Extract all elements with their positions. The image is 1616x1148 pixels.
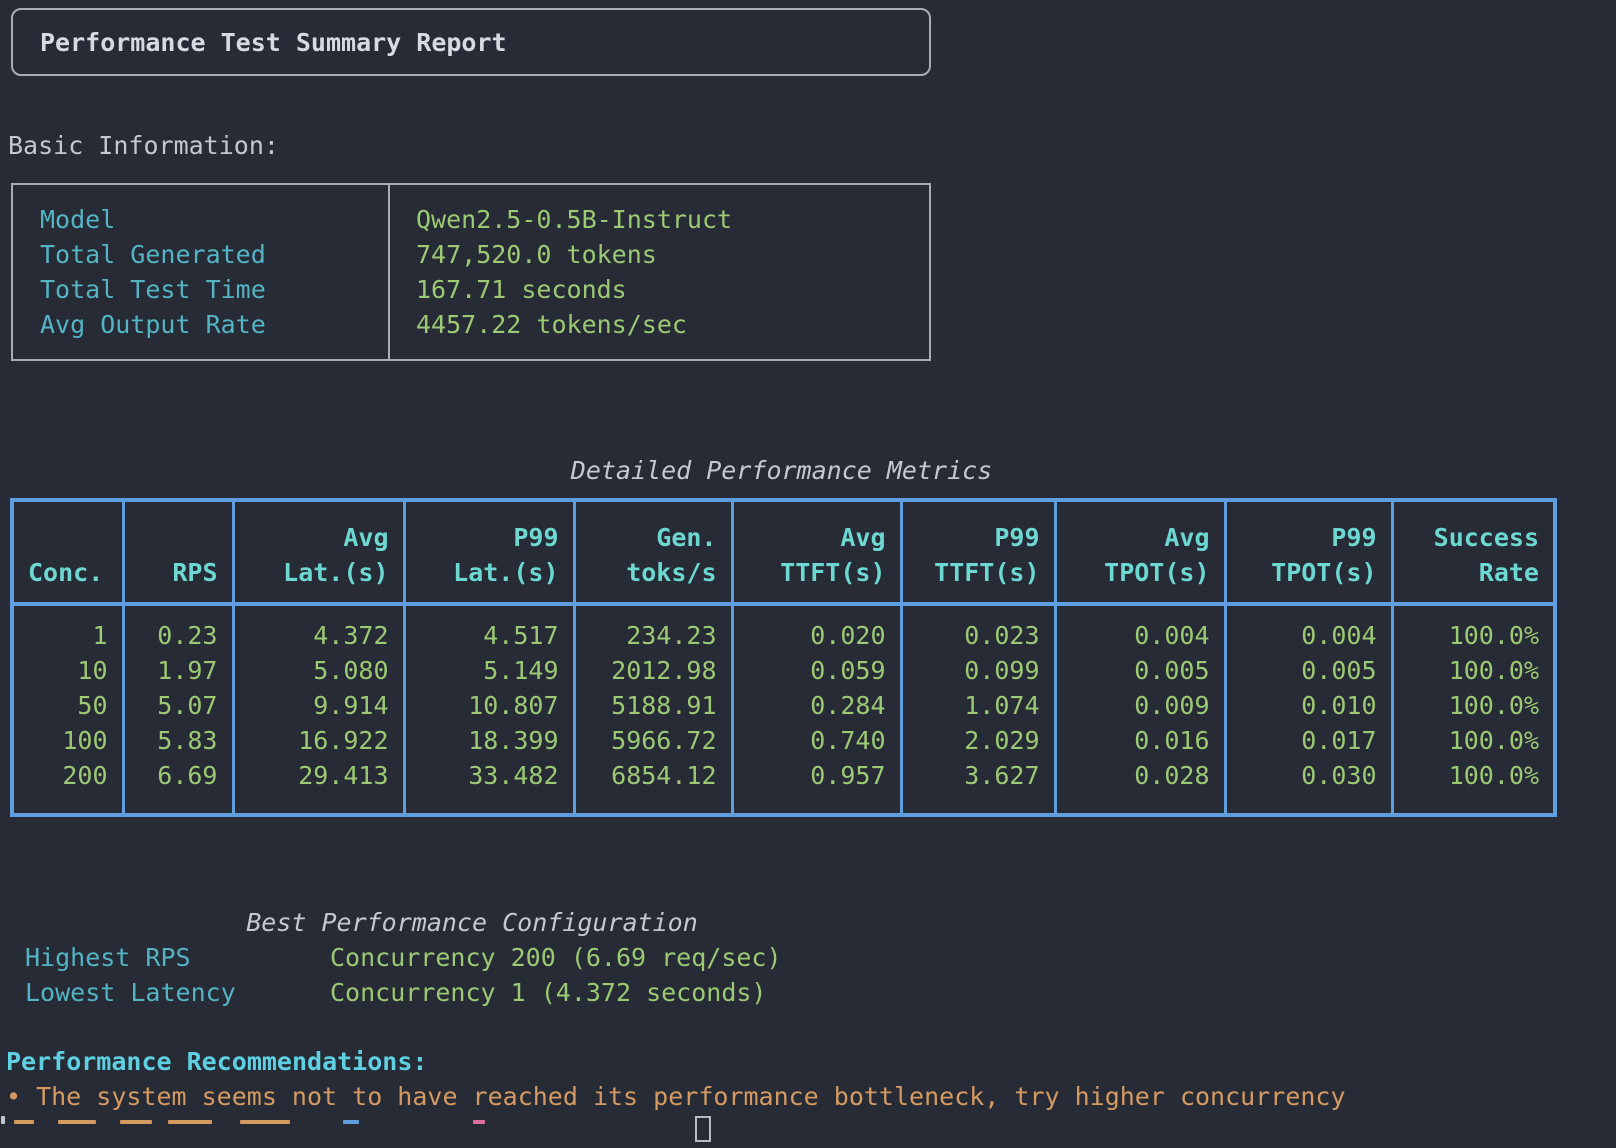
best-config-row-lowest-latency: Lowest Latency Concurrency 1 (4.372 seco… xyxy=(8,975,936,1010)
clipped-text-fragment xyxy=(58,1120,96,1124)
info-label-total-test-time: Total Test Time xyxy=(40,272,388,307)
col-header-rps: RPS xyxy=(123,500,233,604)
table-row: 505.079.91410.8075188.910.2841.0740.0090… xyxy=(12,688,1555,723)
col-header-p99-tpot: P99TPOT(s) xyxy=(1225,500,1392,604)
basic-info-values: Qwen2.5-0.5B-Instruct 747,520.0 tokens 1… xyxy=(388,185,929,359)
col-header-avg-tpot: AvgTPOT(s) xyxy=(1055,500,1225,604)
info-value-total-test-time: 167.71 seconds xyxy=(416,272,929,307)
clipped-text-fragment xyxy=(343,1120,359,1124)
col-header-avg-ttft: AvgTTFT(s) xyxy=(732,500,901,604)
col-header-gen-toks: Gen.toks/s xyxy=(574,500,732,604)
clipped-text-fragment xyxy=(14,1120,34,1124)
col-header-conc: Conc. xyxy=(12,500,123,604)
best-config-value: Concurrency 200 (6.69 req/sec) xyxy=(330,940,782,975)
bullet-icon: • xyxy=(6,1082,21,1111)
info-value-avg-output-rate: 4457.22 tokens/sec xyxy=(416,307,929,342)
best-config-title: Best Performance Configuration xyxy=(8,905,936,940)
table-row: 101.975.0805.1492012.980.0590.0990.0050.… xyxy=(12,653,1555,688)
clipped-text-fragment xyxy=(120,1120,152,1124)
metrics-table-title: Detailed Performance Metrics xyxy=(10,453,1553,488)
recommendation-text: The system seems not to have reached its… xyxy=(36,1082,1345,1111)
info-label-model: Model xyxy=(40,202,388,237)
info-value-model: Qwen2.5-0.5B-Instruct xyxy=(416,202,929,237)
best-config-section: Best Performance Configuration Highest R… xyxy=(8,905,936,1010)
clipped-text-fragment xyxy=(240,1120,290,1124)
basic-info-labels: Model Total Generated Total Test Time Av… xyxy=(13,185,388,359)
basic-info-heading: Basic Information: xyxy=(8,128,1616,163)
best-config-value: Concurrency 1 (4.372 seconds) xyxy=(330,975,767,1010)
info-label-avg-output-rate: Avg Output Rate xyxy=(40,307,388,342)
report-title-panel: Performance Test Summary Report xyxy=(11,8,931,76)
terminal-cursor xyxy=(695,1116,711,1142)
table-row: 1005.8316.92218.3995966.720.7402.0290.01… xyxy=(12,723,1555,758)
col-header-avg-lat: AvgLat.(s) xyxy=(233,500,404,604)
metrics-header-row: Conc. RPS AvgLat.(s) P99Lat.(s) Gen.toks… xyxy=(12,500,1555,604)
table-row: 10.234.3724.517234.230.0200.0230.0040.00… xyxy=(12,604,1555,653)
report-title: Performance Test Summary Report xyxy=(40,25,507,60)
clipped-text-fragment xyxy=(168,1120,212,1124)
col-header-p99-lat: P99Lat.(s) xyxy=(404,500,574,604)
info-value-total-generated: 747,520.0 tokens xyxy=(416,237,929,272)
recommendations-heading: Performance Recommendations: xyxy=(6,1044,1616,1079)
table-row: 2006.6929.41333.4826854.120.9573.6270.02… xyxy=(12,758,1555,815)
col-header-success-rate: SuccessRate xyxy=(1392,500,1555,604)
recommendation-item: • The system seems not to have reached it… xyxy=(6,1079,1616,1114)
clipped-text-fragment xyxy=(473,1120,485,1124)
col-header-p99-ttft: P99TTFT(s) xyxy=(901,500,1055,604)
metrics-table: Conc. RPS AvgLat.(s) P99Lat.(s) Gen.toks… xyxy=(10,498,1557,817)
best-config-row-highest-rps: Highest RPS Concurrency 200 (6.69 req/se… xyxy=(8,940,936,975)
terminal-screen[interactable]: { "palette": { "background": "#272b35", … xyxy=(0,8,1616,1148)
clipped-text-fragment xyxy=(1,1116,5,1124)
best-config-label: Lowest Latency xyxy=(8,975,330,1010)
clipped-prompt-line xyxy=(0,1114,1616,1124)
best-config-label: Highest RPS xyxy=(8,940,330,975)
basic-info-table: Model Total Generated Total Test Time Av… xyxy=(11,183,931,361)
info-label-total-generated: Total Generated xyxy=(40,237,388,272)
